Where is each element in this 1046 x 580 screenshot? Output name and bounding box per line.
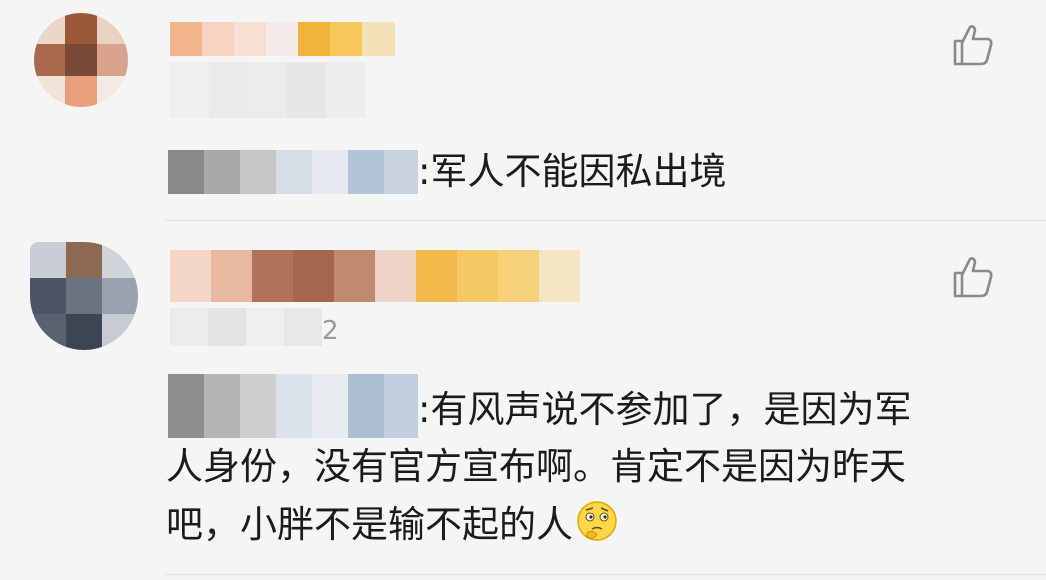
comment-item-2: 2 :有风声说不参加了，是因为军 人身份，没有官方宣布啊。肯定不是因为昨天 吧，… [0,222,1046,580]
username-blurred[interactable] [170,22,395,56]
comment-meta-blurred [170,308,322,346]
avatar[interactable] [34,13,128,107]
mention-blurred[interactable] [168,374,418,438]
username-blurred[interactable] [170,250,580,302]
comment-meta-suffix: 2 [322,316,339,346]
divider [165,574,1046,575]
like-button[interactable] [950,254,996,300]
comment-text-line-3: 吧，小胖不是输不起的人 [166,496,619,559]
thumbs-up-icon [953,25,993,66]
mention-blurred[interactable] [168,150,418,194]
thinking-face-emoji [575,499,619,559]
comment-text-body: :有风声说不参加了，是因为军 [418,388,912,431]
divider [165,220,1046,221]
comment-text-line-1: :有风声说不参加了，是因为军 [168,374,911,438]
comment-text-body: :军人不能因私出境 [418,150,727,193]
comment-text-body: 吧，小胖不是输不起的人 [166,503,573,546]
comment-item-1: :军人不能因私出境 [0,0,1046,222]
thumbs-up-icon [953,257,993,298]
comment-text-line-2: 人身份，没有官方宣布啊。肯定不是因为昨天 [166,445,906,488]
comment-meta-blurred [170,62,365,118]
avatar[interactable] [30,242,138,350]
like-button[interactable] [950,22,996,68]
comment-text: :军人不能因私出境 [168,143,726,200]
